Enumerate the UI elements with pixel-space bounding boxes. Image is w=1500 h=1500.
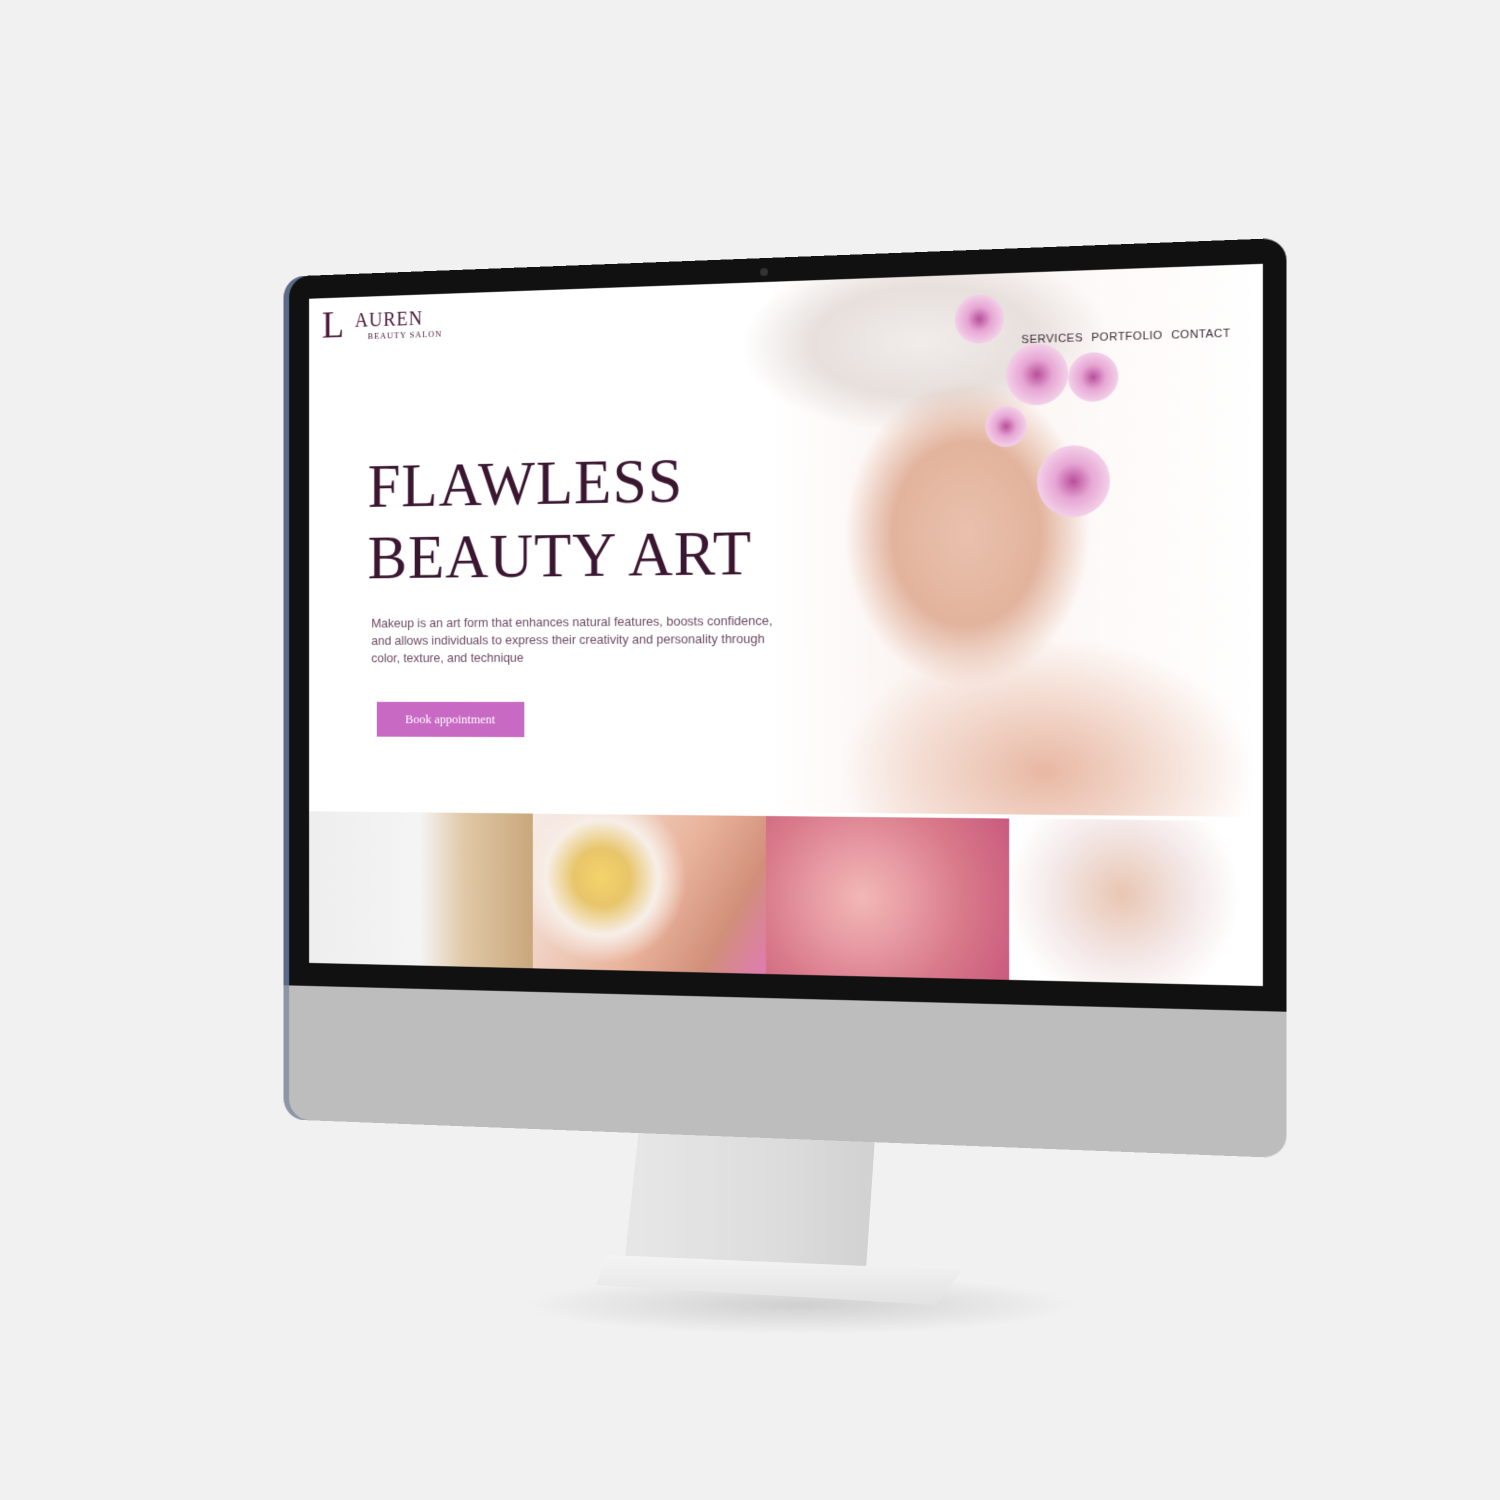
webcam-icon — [760, 268, 768, 276]
gallery-image-facial[interactable] — [1009, 819, 1263, 987]
hero-description: Makeup is an art form that enhances natu… — [371, 612, 782, 667]
orchid-flower — [1037, 445, 1110, 518]
hero-image — [705, 264, 1263, 817]
nav-item-contact[interactable]: CONTACT — [1171, 327, 1230, 341]
orchid-flower — [985, 405, 1026, 447]
desktop-monitor: L AUREN BEAUTY SALON SERVICES PORTFOLIO … — [289, 238, 1287, 1158]
headline-line-1: FLAWLESS — [368, 442, 752, 522]
monitor-bezel: L AUREN BEAUTY SALON SERVICES PORTFOLIO … — [289, 238, 1287, 1012]
gallery-strip — [309, 811, 1263, 986]
logo-tagline: BEAUTY SALON — [368, 329, 442, 341]
nav-item-portfolio[interactable]: PORTFOLIO — [1091, 330, 1162, 345]
orchid-flower — [1006, 343, 1068, 406]
gallery-image-hair[interactable] — [309, 811, 533, 970]
monitor-chin — [289, 985, 1287, 1158]
gallery-image-makeup[interactable] — [766, 816, 1009, 982]
orchid-flower — [1068, 352, 1118, 403]
nav-item-services[interactable]: SERVICES — [1021, 332, 1083, 346]
hero-headline: FLAWLESS BEAUTY ART — [368, 442, 752, 593]
book-appointment-button[interactable]: Book appointment — [377, 702, 525, 737]
logo-monogram: L — [322, 305, 344, 344]
website-screen: L AUREN BEAUTY SALON SERVICES PORTFOLIO … — [309, 264, 1263, 986]
orchid-flower — [955, 294, 1004, 345]
headline-line-2: BEAUTY ART — [368, 516, 752, 594]
gallery-image-spa[interactable] — [533, 814, 766, 976]
mockup-scene: L AUREN BEAUTY SALON SERVICES PORTFOLIO … — [0, 0, 1500, 1500]
